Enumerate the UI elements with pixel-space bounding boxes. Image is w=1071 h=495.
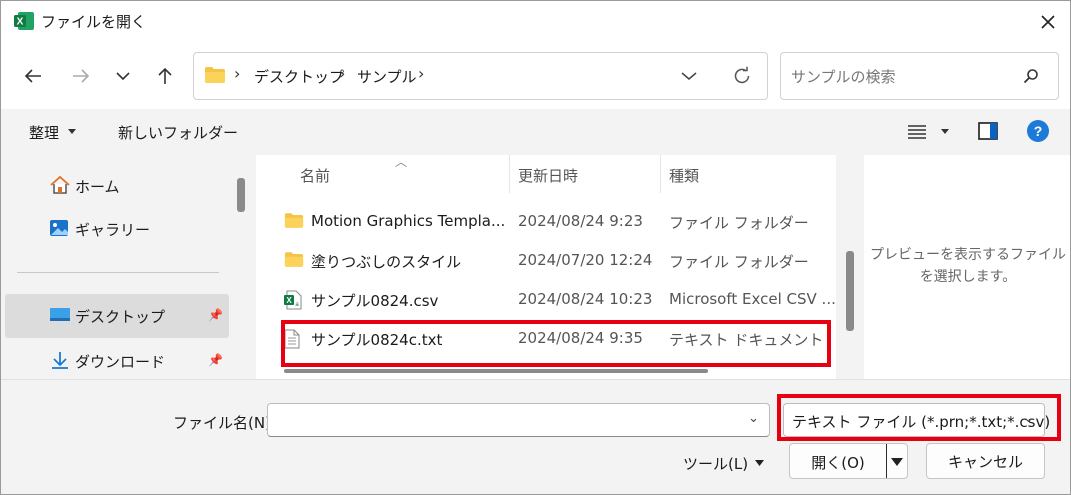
view-list-icon[interactable] xyxy=(908,125,926,139)
folder-icon xyxy=(284,252,304,267)
excel-csv-icon: Xa xyxy=(284,290,302,310)
back-button[interactable] xyxy=(17,60,49,92)
command-bar: 整理 新しいフォルダー ? xyxy=(1,109,1070,155)
chevron-down-icon[interactable] xyxy=(681,71,697,81)
preview-pane-icon[interactable] xyxy=(978,122,998,140)
close-button[interactable] xyxy=(1029,5,1067,39)
sidebar-item-label: ギャラリー xyxy=(75,220,151,239)
search-icon xyxy=(1023,69,1038,84)
organize-button[interactable]: 整理 xyxy=(29,122,59,143)
home-icon xyxy=(50,175,70,194)
excel-icon: X xyxy=(14,12,34,30)
pin-icon[interactable]: 📌 xyxy=(208,353,223,367)
sidebar-item-desktop[interactable]: デスクトップ 📌 xyxy=(5,294,229,338)
window-title: ファイルを開く xyxy=(41,13,147,31)
file-name: Motion Graphics Templa... xyxy=(311,212,506,230)
close-icon xyxy=(1041,15,1055,29)
list-item[interactable]: Xa サンプル0824.csv 2024/08/24 10:23 Microso… xyxy=(256,281,836,320)
search-input[interactable]: サンプルの検索 xyxy=(791,66,896,87)
up-button[interactable] xyxy=(149,60,181,92)
forward-button[interactable] xyxy=(65,60,97,92)
svg-text:?: ? xyxy=(1034,123,1043,139)
open-button-label: 開く(O) xyxy=(811,454,865,472)
up-arrow-icon xyxy=(158,67,172,84)
file-modified: 2024/08/24 10:23 xyxy=(518,290,653,308)
breadcrumb-desktop[interactable]: デスクトップ xyxy=(254,66,344,87)
column-header-type[interactable]: 種類 xyxy=(669,165,699,186)
caret-down-icon[interactable] xyxy=(941,129,949,134)
back-arrow-icon xyxy=(24,69,41,83)
refresh-icon[interactable] xyxy=(732,66,752,86)
file-type: ファイル フォルダー xyxy=(669,214,809,232)
pin-icon[interactable]: 📌 xyxy=(208,308,223,322)
file-list-scrollbar-thumb[interactable] xyxy=(846,251,854,331)
caret-down-icon[interactable] xyxy=(891,458,903,466)
filename-input[interactable]: ⌄ xyxy=(267,403,770,437)
caret-down-icon xyxy=(68,129,76,134)
tools-button[interactable]: ツール(L) xyxy=(683,453,748,474)
list-item[interactable]: Motion Graphics Templa... 2024/08/24 9:2… xyxy=(256,203,836,242)
svg-text:X: X xyxy=(286,296,292,305)
breadcrumb-separator: › xyxy=(234,64,241,83)
folder-icon xyxy=(205,67,225,83)
file-name: 塗りつぶしのスタイル xyxy=(311,253,462,271)
file-modified: 2024/07/20 12:24 xyxy=(518,251,653,269)
desktop-icon xyxy=(50,308,70,321)
column-divider[interactable] xyxy=(660,155,661,193)
open-button[interactable]: 開く(O) xyxy=(789,443,908,479)
file-type: ファイル フォルダー xyxy=(669,253,809,271)
gallery-icon xyxy=(50,220,68,236)
caret-down-icon[interactable] xyxy=(755,460,764,466)
sidebar-item-downloads[interactable]: ダウンロード 📌 xyxy=(5,339,229,383)
file-open-dialog: X ファイルを開く › デスクトップ › サンプル › サンプルの検索 整理 新… xyxy=(0,0,1071,495)
title-bar: X ファイルを開く xyxy=(1,1,1070,43)
download-icon xyxy=(52,352,68,369)
sidebar-item-label: ダウンロード xyxy=(75,352,166,371)
highlight-box xyxy=(777,394,1061,441)
breadcrumb-separator: › xyxy=(339,64,346,83)
chevron-down-icon[interactable]: ⌄ xyxy=(748,411,759,426)
filename-label: ファイル名(N): xyxy=(173,414,276,432)
cancel-button[interactable]: キャンセル xyxy=(926,443,1045,479)
folder-icon xyxy=(284,213,304,228)
navigation-bar: › デスクトップ › サンプル › サンプルの検索 xyxy=(1,43,1070,109)
breadcrumb-separator: › xyxy=(418,64,425,83)
chevron-down-icon xyxy=(116,72,130,81)
recent-locations-button[interactable] xyxy=(107,60,139,92)
address-bar[interactable]: › デスクトップ › サンプル › xyxy=(193,52,768,100)
navigation-pane: ホーム ギャラリー デスクトップ 📌 ダウンロード 📌 xyxy=(1,155,233,379)
column-header-modified[interactable]: 更新日時 xyxy=(518,165,578,186)
file-name: サンプル0824.csv xyxy=(311,292,439,310)
horizontal-scrollbar-thumb[interactable] xyxy=(284,369,708,373)
divider xyxy=(17,272,219,273)
column-header-name[interactable]: 名前 xyxy=(300,165,330,186)
highlight-box xyxy=(281,320,831,367)
sidebar-item-gallery[interactable]: ギャラリー xyxy=(5,207,229,251)
file-modified: 2024/08/24 9:23 xyxy=(518,212,643,230)
breadcrumb-sample[interactable]: サンプル xyxy=(357,66,417,87)
split-divider xyxy=(886,444,887,478)
svg-text:X: X xyxy=(17,17,24,28)
preview-pane: プレビューを表示するファイルを選択します。 xyxy=(864,155,1070,379)
list-item[interactable]: 塗りつぶしのスタイル 2024/07/20 12:24 ファイル フォルダー xyxy=(256,242,836,281)
sort-ascending-icon: ︿ xyxy=(395,155,408,169)
sidebar-item-home[interactable]: ホーム xyxy=(5,164,229,208)
forward-arrow-icon xyxy=(73,69,90,83)
navigation-scrollbar-thumb[interactable] xyxy=(237,178,245,212)
file-type: Microsoft Excel CSV ... xyxy=(669,290,836,308)
sidebar-item-label: ホーム xyxy=(75,177,120,196)
preview-message: プレビューを表示するファイルを選択します。 xyxy=(870,247,1066,285)
column-divider[interactable] xyxy=(509,155,510,193)
help-icon[interactable]: ? xyxy=(1027,120,1049,142)
search-box[interactable]: サンプルの検索 xyxy=(780,52,1059,100)
sidebar-item-label: デスクトップ xyxy=(75,307,166,326)
new-folder-button[interactable]: 新しいフォルダー xyxy=(118,122,238,143)
